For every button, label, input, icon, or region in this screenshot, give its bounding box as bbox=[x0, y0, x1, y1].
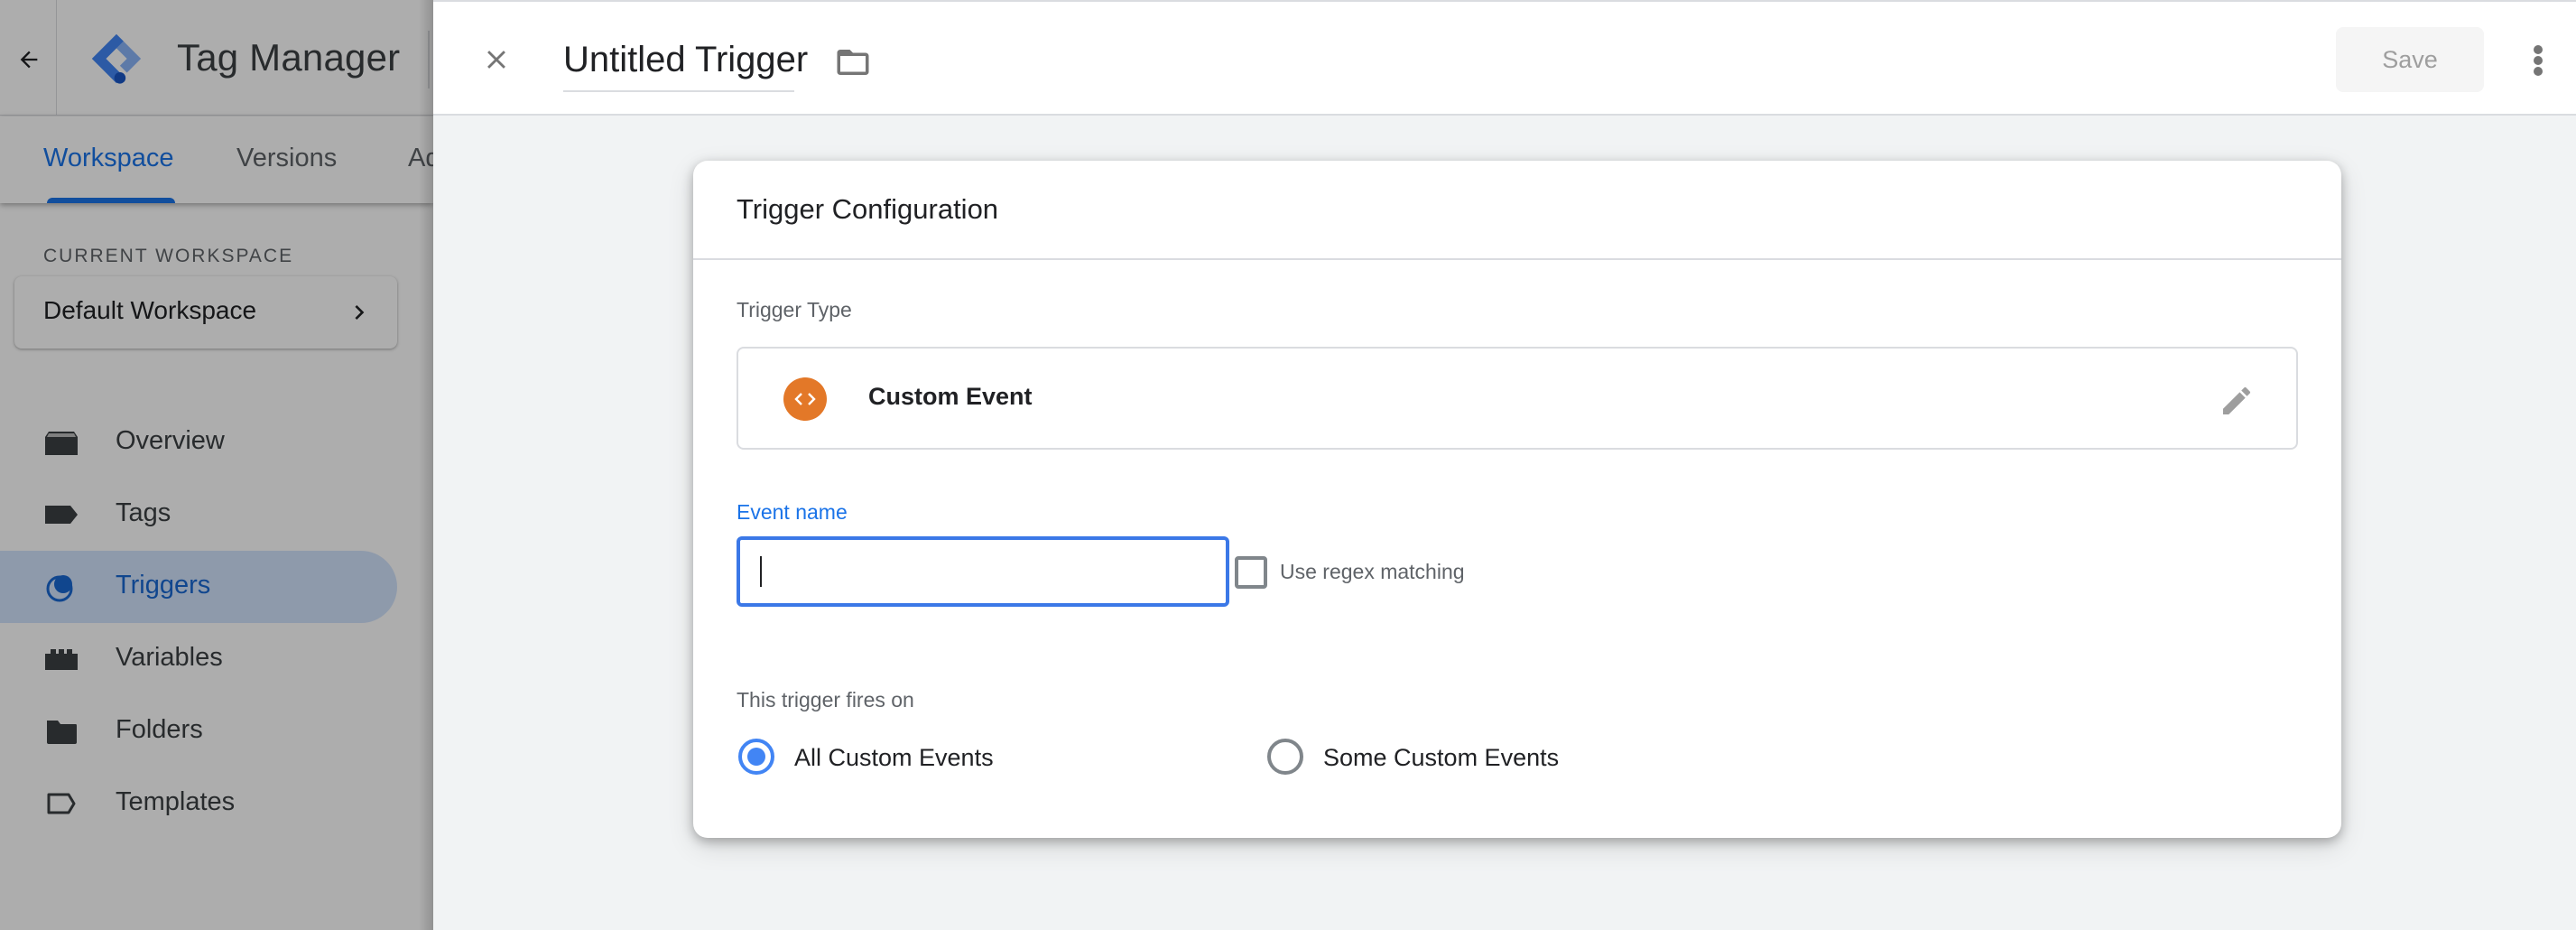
current-workspace-label: CURRENT WORKSPACE bbox=[43, 246, 294, 266]
folder-outline-icon[interactable] bbox=[834, 43, 872, 81]
sidebar-item-label: Variables bbox=[116, 643, 223, 672]
active-tab-indicator bbox=[47, 198, 175, 203]
event-name-label: Event name bbox=[737, 500, 848, 524]
variables-icon bbox=[45, 649, 78, 670]
tag-icon bbox=[45, 506, 78, 524]
close-button[interactable] bbox=[475, 38, 518, 81]
divider bbox=[428, 31, 430, 88]
app-title: Tag Manager bbox=[177, 36, 401, 79]
workspace-tabs: Workspace Versions Ad bbox=[0, 116, 440, 203]
sidebar-item-templates[interactable]: Templates bbox=[0, 767, 397, 840]
template-icon bbox=[47, 793, 76, 814]
arrow-left-icon bbox=[20, 51, 38, 69]
regex-label: Use regex matching bbox=[1280, 560, 1465, 583]
trigger-type-label: Trigger Type bbox=[737, 298, 852, 321]
workspace-name: Default Workspace bbox=[43, 296, 257, 324]
tab-versions[interactable]: Versions bbox=[236, 144, 337, 173]
workspace-selector[interactable]: Default Workspace bbox=[14, 276, 397, 349]
editor-header: Untitled Trigger Save bbox=[433, 0, 2576, 116]
sidebar-item-tags[interactable]: Tags bbox=[0, 479, 397, 551]
folder-icon bbox=[47, 721, 77, 744]
sidebar-item-label: Tags bbox=[116, 498, 171, 527]
radio-button-selected[interactable] bbox=[738, 739, 774, 775]
trigger-type-selector[interactable]: Custom Event bbox=[737, 347, 2298, 450]
overview-icon bbox=[45, 432, 78, 455]
sidebar-item-label: Folders bbox=[116, 715, 203, 744]
radio-label: All Custom Events bbox=[794, 744, 994, 771]
sidebar-item-variables[interactable]: Variables bbox=[0, 623, 397, 695]
close-icon bbox=[487, 51, 505, 69]
tab-workspace[interactable]: Workspace bbox=[43, 144, 174, 173]
sidebar-item-folders[interactable]: Folders bbox=[0, 695, 397, 767]
sidebar-item-overview[interactable]: Overview bbox=[0, 406, 397, 479]
app-top-bar: Tag Manager bbox=[0, 0, 433, 116]
card-title: Trigger Configuration bbox=[737, 193, 999, 225]
radio-button[interactable] bbox=[1267, 739, 1303, 775]
gtm-logo-icon bbox=[91, 33, 142, 84]
divider bbox=[56, 0, 57, 116]
sidebar-item-triggers[interactable]: Triggers bbox=[0, 551, 397, 623]
trigger-configuration-card: Trigger Configuration Trigger Type Custo… bbox=[693, 161, 2341, 838]
gtm-app-background: Tag Manager Workspace Versions Ad CURREN… bbox=[0, 0, 440, 930]
trigger-name-field[interactable]: Untitled Trigger bbox=[563, 34, 808, 92]
card-header: Trigger Configuration bbox=[693, 161, 2341, 260]
code-brackets-icon bbox=[783, 377, 827, 421]
fires-on-label: This trigger fires on bbox=[737, 688, 914, 711]
pencil-icon[interactable] bbox=[2219, 383, 2255, 419]
trigger-name: Untitled Trigger bbox=[563, 40, 809, 79]
sidebar-item-label: Overview bbox=[116, 426, 225, 455]
back-button[interactable] bbox=[9, 40, 49, 79]
event-name-input[interactable] bbox=[737, 536, 1229, 607]
regex-checkbox[interactable] bbox=[1235, 556, 1267, 589]
trigger-type-name: Custom Event bbox=[868, 383, 1033, 410]
trigger-icon bbox=[46, 575, 73, 602]
radio-label: Some Custom Events bbox=[1323, 744, 1560, 771]
sidebar-item-label: Triggers bbox=[116, 571, 211, 600]
chevron-right-icon bbox=[355, 305, 365, 320]
save-button[interactable]: Save bbox=[2336, 27, 2484, 92]
more-options-button[interactable] bbox=[2529, 42, 2551, 78]
sidebar-item-label: Templates bbox=[116, 787, 236, 816]
trigger-editor-sheet: Untitled Trigger Save Trigger Configurat… bbox=[433, 0, 2576, 930]
